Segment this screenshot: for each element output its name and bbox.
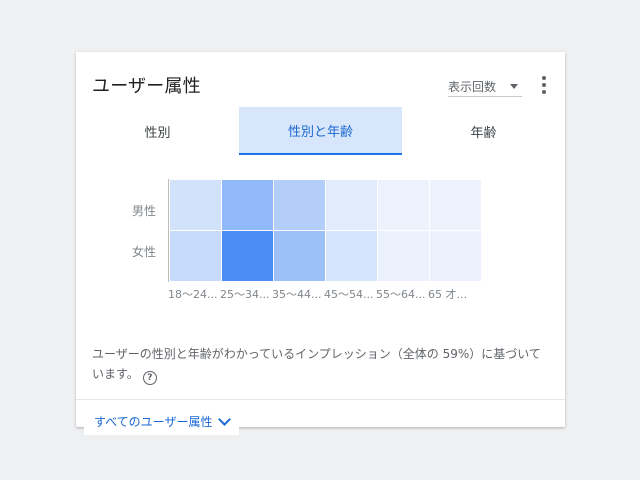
heatmap-cell[interactable] — [222, 180, 273, 230]
column-label: 45～54... — [324, 288, 374, 301]
heatmap-cell[interactable] — [326, 231, 377, 281]
footer-divider — [76, 399, 565, 400]
column-label: 18～24... — [168, 288, 218, 301]
row-label-male: 男性 — [131, 204, 156, 218]
row-label-female: 女性 — [131, 245, 156, 259]
heatmap-cell[interactable] — [378, 180, 429, 230]
heatmap-cell[interactable] — [274, 180, 325, 230]
column-label: 25～34... — [220, 288, 270, 301]
heatmap-cell[interactable] — [170, 180, 221, 230]
y-axis-line — [168, 179, 169, 282]
coverage-note-text: ユーザーの性別と年齢がわかっているインプレッション（全体の 59%）に基づいてい… — [92, 347, 541, 381]
all-demographics-link[interactable]: すべてのユーザー属性 — [84, 407, 240, 435]
column-label: 65 才... — [428, 288, 467, 301]
column-label: 55～64... — [376, 288, 426, 301]
all-demographics-link-label: すべてのユーザー属性 — [94, 414, 213, 429]
coverage-note: ユーザーの性別と年齢がわかっているインプレッション（全体の 59%）に基づいてい… — [92, 344, 547, 385]
column-label: 35～44... — [272, 288, 322, 301]
demographics-card: ユーザー属性 表示回数 性別 性別と年齢 年齢 男性 女性 18～24... 25… — [76, 52, 565, 435]
heatmap-cell[interactable] — [222, 231, 273, 281]
heatmap-cell[interactable] — [378, 231, 429, 281]
help-icon[interactable]: ? — [142, 371, 157, 385]
chevron-down-icon — [218, 412, 232, 426]
heatmap-cell[interactable] — [274, 231, 325, 281]
heatmap-cell[interactable] — [170, 231, 221, 281]
gender-age-heatmap: 男性 女性 18～24... 25～34... 35～44... 45～54... 55… — [76, 52, 565, 312]
heatmap-cell[interactable] — [430, 180, 481, 230]
heatmap-cell[interactable] — [430, 231, 481, 281]
heatmap-cell[interactable] — [326, 180, 377, 230]
